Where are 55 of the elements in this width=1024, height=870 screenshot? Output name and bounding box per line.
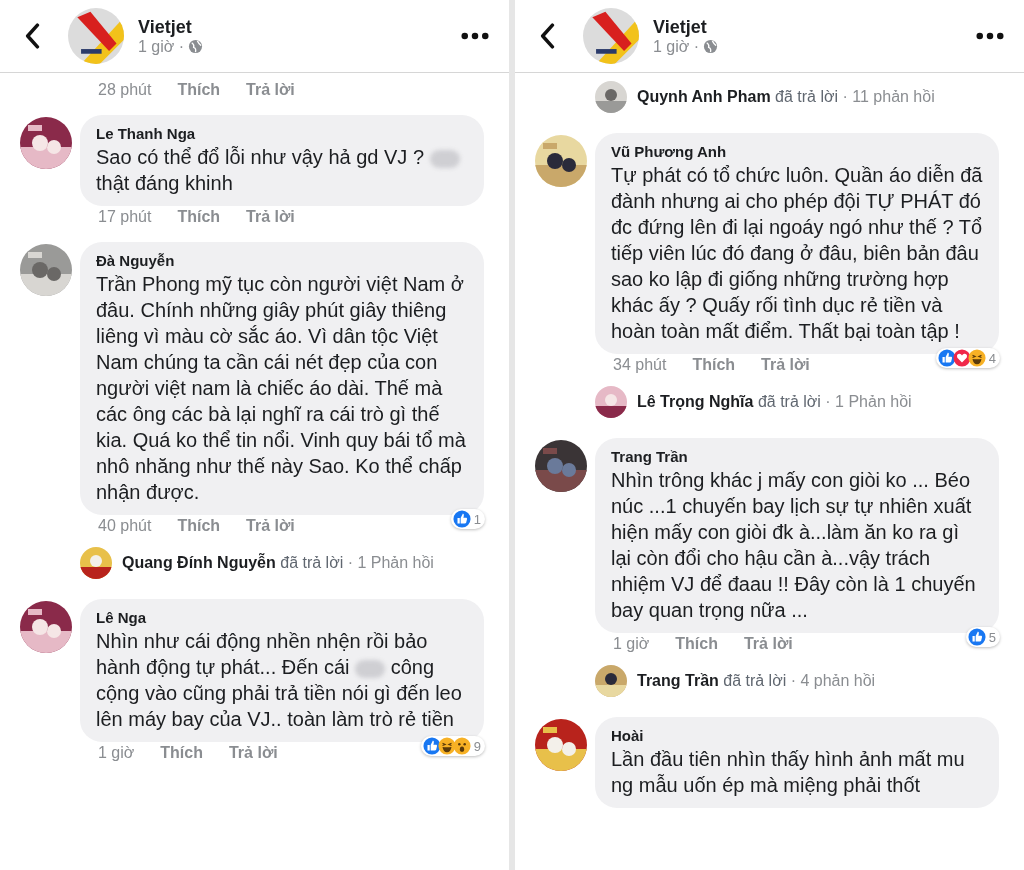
reply-summary[interactable]: Trang Trần đã trả lời · 4 phản hồi [637, 672, 876, 690]
laughing-face-icon [437, 737, 456, 755]
more-icon[interactable] [976, 32, 1004, 40]
globe-icon [703, 39, 719, 54]
comment-text: Nhìn như cái động nhền nhện rồi bảo hành động tự phát... Đến cái công cộng vào cũng phải trả tiền nói gì đến leo lên máy bay của VJ.. toàn làm trò rẻ tiền [96, 629, 463, 732]
comment-time: 40 phút [98, 517, 152, 535]
comment-text: Trần Phong mỹ tục còn người việt Nam ở đâu. Chính những giây phút giây thiêng liêng vì màu cờ sắc áo. Vì dân tộc Việt Nam chúng ta cần cái nét đẹp của con người việt nam là chiếc áo dài. Thế mà các ông các bà lại nghĩ ra cái trò gì thế kia. Quá ko thể tin nổi. Vinh quy bái tổ mà nhô nhăng như thế này Sao. Ko thể chấp nhận được. [96, 272, 467, 505]
globe-icon [188, 39, 204, 54]
comment-text: Tự phát có tổ chức luôn. Quần áo diễn đã đành nhưng ai cho phép đội TỰ PHÁT đó đc đứng lên đi lại ngoáy ngó như thế ? Tổ tiếp viên lúc đó đang ở đâu, biên bản đâu sao ko lập đi giống những trường hợp khác ấy ? Quấy rối tình dục rẻ tiền và hoàn toàn mất điểm. Thất bại toàn tập ! [611, 163, 983, 344]
reply-link[interactable]: Trả lời [761, 356, 810, 374]
more-icon[interactable] [461, 32, 489, 40]
comment-text: Lần đầu tiên nhìn thấy hình ảnh mất mu ng mẫu uốn ép mà miệng phải thốt [611, 747, 966, 798]
comment-time: 28 phút [98, 81, 152, 99]
reply-link[interactable]: Trả lời [228, 744, 278, 762]
comment-time: 1 giờ [98, 744, 135, 762]
reply-summary[interactable]: Quynh Anh Pham đã trả lời · 11 phản hồi [637, 88, 935, 106]
commenter-name[interactable]: Lê Nga [96, 609, 468, 626]
like-link[interactable]: Thích [177, 517, 221, 535]
reply-link[interactable]: Trả lời [743, 635, 793, 653]
commenter-name[interactable]: Đà Nguyễn [96, 252, 468, 269]
reply-link[interactable]: Trả lời [246, 517, 295, 535]
laughing-face-icon [967, 349, 986, 367]
thumbs-up-icon [422, 737, 441, 755]
comment-time: 17 phút [98, 208, 152, 226]
comment-text: Nhìn trông khác j mấy con giòi ko ... Béo núc ...1 chuyến bay lịch sự tự nhiên xuất hiện mấy con giòi đk à...làm ăn ko ra gì lại còn đổi cho hậu cần à...vậy trách nhiệm VJ để đaau !! Đây còn là 1 chuyến bay quan trọng nữa ... [611, 468, 977, 623]
reply-summary[interactable]: Quang Đính Nguyễn đã trả lời · 1 Phản hồi [122, 554, 434, 572]
like-link[interactable]: Thích [675, 635, 718, 653]
post-time: 1 giờ · [653, 37, 700, 56]
commenter-name[interactable]: Trang Trần [611, 448, 983, 465]
comment-text: Sao có thể đổ lỗi như vậy hả gd VJ ? thật đáng khinh [96, 144, 468, 196]
like-link[interactable]: Thích [692, 356, 736, 374]
commenter-name[interactable]: Hoài [611, 727, 983, 744]
comment-time: 1 giờ [613, 635, 650, 653]
reaction-summary[interactable]: 9 [420, 736, 485, 756]
back-icon[interactable] [24, 23, 40, 49]
reaction-summary[interactable]: 5 [965, 627, 1000, 647]
surprised-face-icon [452, 737, 471, 755]
page-title[interactable]: Vietjet [138, 16, 447, 38]
post-time: 1 giờ · [138, 37, 185, 56]
reaction-summary[interactable]: 1 [450, 509, 485, 529]
commenter-name[interactable]: Vũ Phương Anh [611, 143, 983, 160]
reply-summary[interactable]: Lê Trọng Nghĩa đã trả lời · 1 Phản hồi [637, 393, 912, 411]
thumbs-up-icon [937, 349, 956, 367]
like-link[interactable]: Thích [160, 744, 203, 762]
like-link[interactable]: Thích [177, 208, 221, 226]
commenter-name[interactable]: Le Thanh Nga [96, 125, 468, 142]
like-link[interactable]: Thích [177, 81, 221, 99]
thumbs-up-icon [967, 628, 986, 646]
reply-link[interactable]: Trả lời [246, 81, 295, 99]
comment-time: 34 phút [613, 356, 667, 374]
page-title[interactable]: Vietjet [653, 16, 962, 38]
reaction-summary[interactable]: 4 [935, 348, 1000, 368]
thumbs-up-icon [452, 510, 471, 528]
reply-link[interactable]: Trả lời [246, 208, 295, 226]
back-icon[interactable] [539, 23, 555, 49]
